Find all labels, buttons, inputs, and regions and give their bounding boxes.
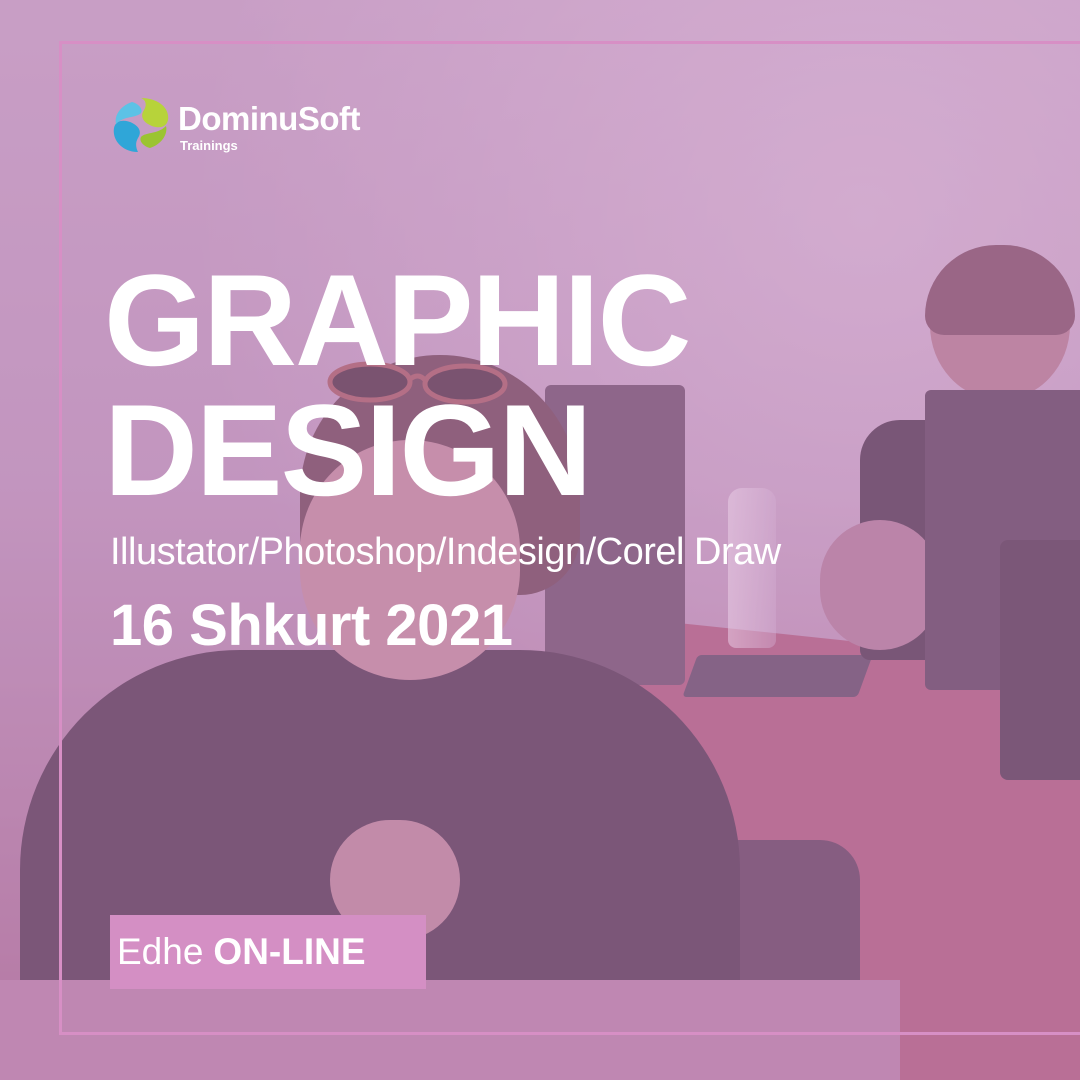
course-poster: DominuSoft Trainings GRAPHIC DESIGN Illu… (0, 0, 1080, 1080)
course-title-line-2: DESIGN (104, 377, 592, 523)
course-title: GRAPHIC DESIGN (104, 247, 691, 523)
online-badge-highlight: ON-LINE (213, 931, 366, 972)
course-title-line-1: GRAPHIC (104, 247, 691, 393)
brand-logo: DominuSoft Trainings (110, 94, 410, 160)
brand-tagline: Trainings (180, 138, 238, 153)
online-badge-prefix: Edhe (117, 931, 204, 972)
online-badge: Edhe ON-LINE (110, 915, 426, 989)
software-list: Illustator/Photoshop/Indesign/Corel Draw (110, 531, 781, 573)
start-date: 16 Shkurt 2021 (110, 593, 513, 658)
brand-name: DominuSoft (178, 100, 360, 137)
dominusoft-logo-icon (113, 98, 169, 152)
